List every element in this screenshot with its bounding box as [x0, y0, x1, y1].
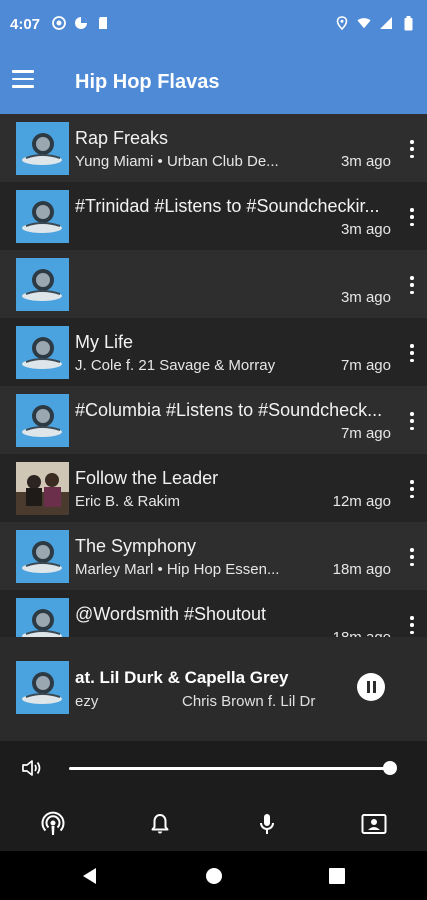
data-saver-icon [74, 16, 88, 30]
more-options-icon[interactable] [409, 208, 415, 226]
contact-card-icon[interactable] [360, 810, 388, 838]
status-time: 4:07 [10, 16, 41, 33]
status-bar: 4:07 [0, 0, 427, 52]
recents-icon[interactable] [326, 865, 348, 887]
list-item[interactable]: The Symphony Marley Marl • Hip Hop Essen… [0, 522, 427, 590]
item-time: 3m ago [340, 289, 391, 306]
now-playing-artist: Chris Brown f. Lil Dr [182, 693, 316, 710]
status-right-icons [335, 15, 415, 30]
station-logo [16, 326, 69, 379]
station-logo [16, 122, 69, 175]
list-item[interactable]: Rap Freaks Yung Miami • Urban Club De...… [0, 114, 427, 182]
item-title: Follow the Leader [75, 468, 219, 488]
item-title: My Life [75, 332, 134, 352]
volume-slider-track[interactable] [69, 767, 390, 770]
item-time: 12m ago [332, 493, 391, 510]
more-options-icon[interactable] [409, 480, 415, 498]
now-playing-subtitle-left: ezy [75, 693, 99, 710]
item-subtitle: J. Cole f. 21 Savage & Morray [75, 357, 276, 374]
status-left-icons [52, 16, 110, 30]
now-playing-bar[interactable]: at. Lil Durk & Capella Grey ezy Chris Br… [0, 637, 427, 741]
item-time: 3m ago [340, 221, 391, 238]
item-time: 18m ago [333, 629, 391, 637]
item-time: 7m ago [340, 357, 391, 374]
station-logo [16, 190, 69, 243]
now-playing-art [16, 661, 69, 714]
list-item[interactable]: #Columbia #Listens to #Soundcheck... 7m … [0, 386, 427, 454]
podcast-icon[interactable] [39, 810, 67, 838]
wifi-icon [357, 16, 371, 30]
item-time: 18m ago [332, 561, 391, 578]
sd-card-icon [96, 16, 110, 30]
item-time: 7m ago [340, 425, 391, 442]
feed-list[interactable]: Rap Freaks Yung Miami • Urban Club De...… [0, 114, 427, 637]
station-logo [16, 258, 69, 311]
hamburger-menu-icon[interactable] [12, 67, 36, 91]
bell-icon[interactable] [146, 810, 174, 838]
item-title: Rap Freaks [75, 128, 169, 148]
more-options-icon[interactable] [409, 276, 415, 294]
system-nav-bar [0, 851, 427, 900]
pause-icon[interactable] [357, 673, 385, 701]
item-subtitle: Eric B. & Rakim [75, 493, 181, 510]
item-title: #Columbia #Listens to #Soundcheck... [75, 400, 383, 420]
microphone-icon[interactable] [253, 810, 281, 838]
more-options-icon[interactable] [409, 344, 415, 362]
item-subtitle: Yung Miami • Urban Club De... [75, 153, 279, 170]
list-item[interactable]: 3m ago [0, 250, 427, 318]
bottom-nav [0, 797, 427, 851]
volume-slider-thumb[interactable] [383, 761, 397, 775]
volume-row [0, 741, 427, 797]
volume-icon[interactable] [20, 756, 44, 780]
station-logo [16, 598, 69, 637]
more-options-icon[interactable] [409, 616, 415, 634]
station-logo [16, 394, 69, 447]
list-item[interactable]: My Life J. Cole f. 21 Savage & Morray 7m… [0, 318, 427, 386]
list-item[interactable]: Follow the Leader Eric B. & Rakim 12m ag… [0, 454, 427, 522]
record-icon [52, 16, 66, 30]
item-title: @Wordsmith #Shoutout [75, 604, 267, 624]
station-logo [16, 530, 69, 583]
location-icon [335, 16, 349, 30]
more-options-icon[interactable] [409, 140, 415, 158]
list-item[interactable]: @Wordsmith #Shoutout 18m ago [0, 590, 427, 637]
item-subtitle: Marley Marl • Hip Hop Essen... [75, 561, 280, 578]
home-icon[interactable] [203, 865, 225, 887]
item-title: The Symphony [75, 536, 197, 556]
item-time: 3m ago [340, 153, 391, 170]
item-title: #Trinidad #Listens to #Soundcheckir... [75, 196, 380, 216]
more-options-icon[interactable] [409, 412, 415, 430]
now-playing-title: at. Lil Durk & Capella Grey [75, 668, 289, 687]
album-art [16, 462, 69, 515]
app-title: Hip Hop Flavas [75, 71, 220, 93]
signal-icon [379, 16, 393, 30]
app-bar: Hip Hop Flavas [0, 52, 427, 114]
battery-icon [401, 15, 415, 30]
list-item[interactable]: #Trinidad #Listens to #Soundcheckir... 3… [0, 182, 427, 250]
back-icon[interactable] [79, 865, 101, 887]
more-options-icon[interactable] [409, 548, 415, 566]
